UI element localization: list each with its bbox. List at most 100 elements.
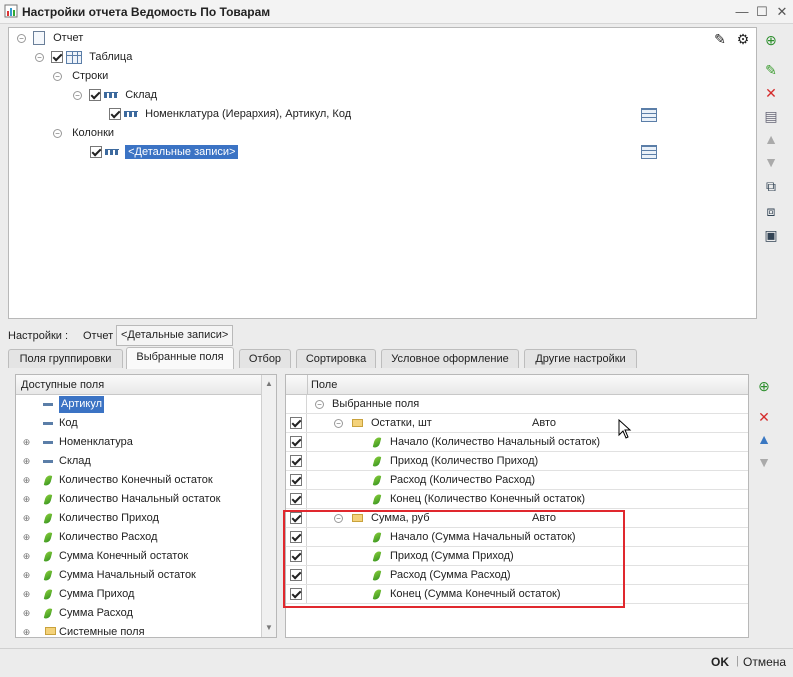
collapse-icon[interactable]: −: [17, 33, 26, 43]
expand-icon[interactable]: ⊕: [22, 514, 31, 523]
group-icon[interactable]: ⧉: [763, 178, 779, 194]
checkbox[interactable]: [89, 89, 102, 102]
available-field-row[interactable]: ⊕ Количество Расход: [16, 528, 276, 547]
collapse-icon[interactable]: −: [53, 71, 62, 81]
scroll-down-icon[interactable]: ▼: [262, 619, 276, 637]
available-field-row[interactable]: ⊕ Номенклатура: [16, 433, 276, 452]
tree-node-columns[interactable]: − Колонки: [53, 124, 114, 143]
resource-icon: [372, 474, 382, 487]
settings-current-field[interactable]: <Детальные записи>: [116, 325, 233, 346]
selected-root-row[interactable]: − Выбранные поля: [286, 395, 748, 414]
checkbox-cell: [286, 490, 307, 508]
save-settings-icon[interactable]: ▣: [763, 227, 779, 243]
tab-conditional-format[interactable]: Условное оформление: [381, 349, 519, 368]
tree-node-sklad-fields[interactable]: Номенклатура (Иерархия), Артикул, Код: [109, 105, 351, 124]
move-field-down-icon[interactable]: ▼: [756, 454, 772, 470]
selected-field-row[interactable]: Конец (Количество Конечный остаток): [286, 490, 748, 509]
list-settings-icon[interactable]: [641, 145, 657, 159]
move-down-icon[interactable]: ▼: [763, 154, 779, 170]
field-checkbox[interactable]: [290, 474, 302, 486]
available-fields-panel: Доступные поля Артикул Код ⊕ Номенклатура ⊕ С…: [15, 374, 277, 638]
delete-icon[interactable]: ✕: [763, 85, 779, 101]
tree-node-rows[interactable]: − Строки: [53, 67, 108, 86]
collapse-icon[interactable]: −: [334, 419, 343, 428]
expand-icon[interactable]: ⊕: [22, 533, 31, 542]
field-checkbox[interactable]: [290, 493, 302, 505]
selected-fields-header: Поле: [286, 375, 748, 395]
group-value: Авто: [532, 417, 556, 429]
checkbox[interactable]: [109, 108, 121, 121]
field-column-header: Поле: [311, 379, 338, 391]
ok-button[interactable]: OK: [711, 655, 729, 669]
collapse-icon[interactable]: −: [73, 90, 82, 100]
edit-icon[interactable]: ✎: [763, 62, 779, 78]
selected-field-row[interactable]: Расход (Количество Расход): [286, 471, 748, 490]
expand-icon[interactable]: ⊕: [22, 571, 31, 580]
available-field-row[interactable]: ⊕ Сумма Начальный остаток: [16, 566, 276, 585]
selected-group-row[interactable]: − Остатки, шт Авто: [286, 414, 748, 433]
settings-label: Настройки :: [8, 330, 69, 342]
expand-icon[interactable]: ⊕: [22, 590, 31, 599]
add-field-icon[interactable]: ⊕: [756, 378, 772, 394]
expand-icon[interactable]: ⊕: [22, 609, 31, 618]
expand-icon[interactable]: ⊕: [22, 457, 31, 466]
vertical-scrollbar[interactable]: ▲ ▼: [261, 375, 276, 637]
ungroup-icon[interactable]: ⧈: [763, 203, 779, 219]
checkbox[interactable]: [90, 146, 102, 159]
settings-report-link[interactable]: Отчет: [83, 330, 113, 342]
attribute-icon: [43, 460, 53, 463]
tree-node-sklad[interactable]: − Склад: [73, 86, 157, 105]
properties-icon[interactable]: ▤: [763, 108, 779, 124]
selected-field-row[interactable]: Приход (Количество Приход): [286, 452, 748, 471]
tab-filter[interactable]: Отбор: [239, 349, 291, 368]
available-field-row[interactable]: Артикул: [16, 395, 276, 414]
selected-field-row[interactable]: Начало (Количество Начальный остаток): [286, 433, 748, 452]
available-field-label: Сумма Приход: [59, 588, 135, 600]
move-up-icon[interactable]: ▲: [763, 131, 779, 147]
expand-icon[interactable]: ⊕: [22, 495, 31, 504]
delete-field-icon[interactable]: ✕: [756, 409, 772, 425]
edit-settings-icon[interactable]: ✎: [712, 31, 728, 47]
list-settings-icon[interactable]: [641, 108, 657, 122]
field-checkbox[interactable]: [290, 417, 302, 429]
collapse-icon[interactable]: −: [53, 128, 62, 138]
checkbox-cell: [286, 471, 307, 489]
tab-selected-fields[interactable]: Выбранные поля: [126, 347, 234, 369]
mouse-cursor-icon: [618, 419, 632, 439]
add-icon[interactable]: ⊕: [763, 32, 779, 48]
available-field-row[interactable]: ⊕ Сумма Конечный остаток: [16, 547, 276, 566]
cancel-button[interactable]: Отмена: [743, 655, 786, 669]
collapse-icon[interactable]: −: [315, 400, 324, 409]
settings-icon[interactable]: ⚙: [735, 31, 751, 47]
tree-node-detail[interactable]: <Детальные записи>: [90, 143, 239, 162]
field-checkbox[interactable]: [290, 455, 302, 467]
expand-icon[interactable]: ⊕: [22, 438, 31, 447]
move-field-up-icon[interactable]: ▲: [756, 431, 772, 447]
scroll-up-icon[interactable]: ▲: [262, 375, 276, 393]
tree-label: Отчет: [53, 32, 84, 44]
minimize-icon[interactable]: —: [734, 4, 750, 20]
available-field-row[interactable]: ⊕ Количество Приход: [16, 509, 276, 528]
available-field-row[interactable]: Код: [16, 414, 276, 433]
available-field-row[interactable]: ⊕ Склад: [16, 452, 276, 471]
tab-sorting[interactable]: Сортировка: [296, 349, 376, 368]
tree-node-report[interactable]: − Отчет: [17, 29, 83, 48]
expand-icon[interactable]: ⊕: [22, 476, 31, 485]
maximize-icon[interactable]: ☐: [754, 4, 770, 20]
available-field-row[interactable]: ⊕ Сумма Расход: [16, 604, 276, 623]
field-checkbox[interactable]: [290, 436, 302, 448]
tree-node-table[interactable]: − Таблица: [35, 48, 132, 67]
expand-icon[interactable]: ⊕: [22, 552, 31, 561]
collapse-icon[interactable]: −: [35, 52, 44, 62]
tab-other-settings[interactable]: Другие настройки: [524, 349, 637, 368]
available-field-row[interactable]: ⊕ Количество Начальный остаток: [16, 490, 276, 509]
available-field-label: Количество Приход: [59, 512, 159, 524]
available-field-row[interactable]: ⊕ Сумма Приход: [16, 585, 276, 604]
expand-icon[interactable]: ⊕: [22, 628, 31, 637]
checkbox[interactable]: [51, 51, 64, 64]
available-field-row[interactable]: ⊕ Количество Конечный остаток: [16, 471, 276, 490]
available-field-row[interactable]: ⊕ Системные поля: [16, 623, 276, 637]
tab-grouping-fields[interactable]: Поля группировки: [8, 349, 123, 368]
resource-icon: [43, 512, 53, 525]
close-icon[interactable]: ✕: [774, 4, 790, 20]
